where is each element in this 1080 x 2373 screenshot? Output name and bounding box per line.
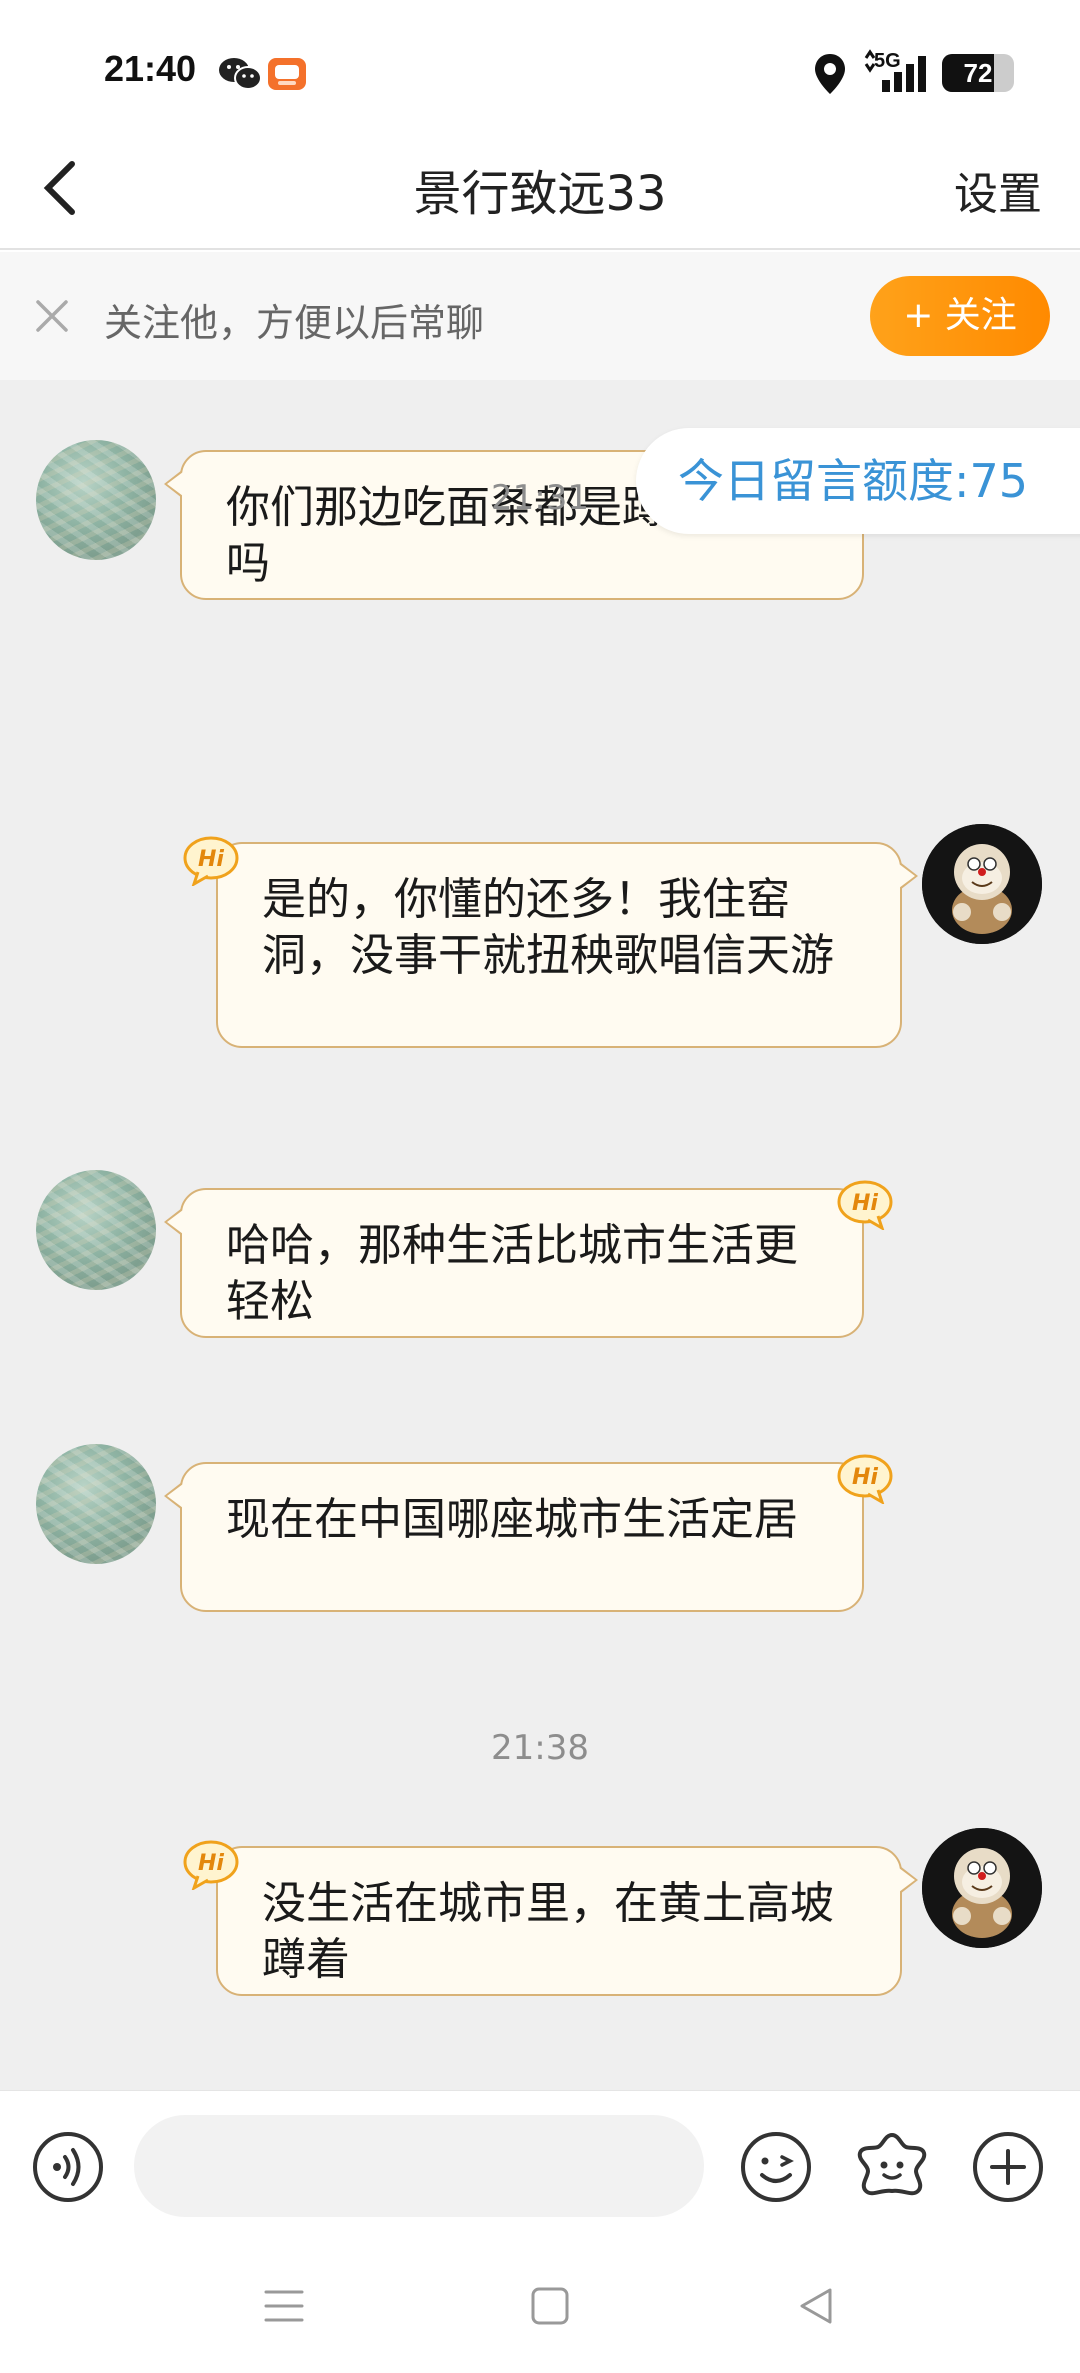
status-bar: 21:40 5G 72: [0, 0, 1080, 130]
message-bubble[interactable]: 是的，你懂的还多！我住窑洞，没事干就扭秧歌唱信天游: [216, 842, 918, 1048]
chat-message-list[interactable]: 你们那边吃面条都是蹲着吃是吗 今日留言额度:75 21:31 是的，你懂的还多！…: [0, 380, 1080, 2090]
message-text: 现在在中国哪座城市生活定居: [226, 1494, 798, 1545]
wechat-icon: [219, 58, 262, 90]
back-triangle-icon[interactable]: [794, 2284, 838, 2328]
message-timestamp: 21:38: [491, 1728, 589, 1768]
battery-icon: 72: [942, 54, 1014, 92]
hi-badge-icon: Hi: [183, 836, 239, 886]
settings-button[interactable]: 设置: [954, 158, 1042, 222]
hi-label: Hi: [852, 1465, 878, 1490]
battery-level: 72: [963, 58, 993, 88]
message-text: 哈哈，那种生活比城市生活更轻松: [226, 1220, 798, 1327]
message-timestamp: 21:31: [491, 478, 589, 518]
hi-label: Hi: [198, 847, 224, 872]
voice-icon[interactable]: [30, 2129, 106, 2205]
follow-prompt-bar: 关注他，方便以后常聊 + 关注: [0, 252, 1080, 380]
hi-label: Hi: [852, 1191, 878, 1216]
location-icon: [815, 54, 845, 94]
menu-icon[interactable]: [262, 2284, 306, 2328]
follow-button[interactable]: + 关注: [870, 276, 1050, 356]
hi-badge-icon: Hi: [183, 1840, 239, 1890]
message-bubble[interactable]: 哈哈，那种生活比城市生活更轻松: [164, 1188, 864, 1338]
contact-avatar[interactable]: [36, 1444, 156, 1564]
my-avatar[interactable]: [922, 1828, 1042, 1948]
page-title: 景行致远33: [413, 166, 667, 222]
message-bubble[interactable]: 没生活在城市里，在黄土高坡蹲着: [216, 1846, 918, 1996]
contact-avatar[interactable]: [36, 1170, 156, 1290]
message-input-bar: [0, 2090, 1080, 2240]
hi-badge-icon: Hi: [837, 1454, 893, 1504]
close-icon[interactable]: [28, 292, 76, 340]
doraemon-avatar-icon: [922, 1828, 1042, 1948]
plus-icon[interactable]: [970, 2129, 1046, 2205]
home-icon[interactable]: [528, 2284, 572, 2328]
message-text: 没生活在城市里，在黄土高坡蹲着: [262, 1878, 834, 1985]
follow-prompt-text: 关注他，方便以后常聊: [104, 301, 485, 345]
signal-icon: [864, 49, 926, 92]
emoji-icon[interactable]: [738, 2129, 814, 2205]
system-nav-bar: [0, 2240, 1080, 2373]
message-input[interactable]: [134, 2115, 704, 2217]
message-bubble[interactable]: 现在在中国哪座城市生活定居: [164, 1462, 864, 1612]
status-time: 21:40: [104, 48, 197, 89]
app-notification-icon: [268, 58, 306, 90]
my-avatar[interactable]: [922, 824, 1042, 944]
message-text: 是的，你懂的还多！我住窑洞，没事干就扭秧歌唱信天游: [262, 874, 834, 981]
chat-header: 景行致远33 设置: [0, 130, 1080, 250]
doraemon-avatar-icon: [922, 824, 1042, 944]
hi-label: Hi: [198, 1851, 224, 1876]
sticker-icon[interactable]: [854, 2129, 930, 2205]
hi-badge-icon: Hi: [837, 1180, 893, 1230]
